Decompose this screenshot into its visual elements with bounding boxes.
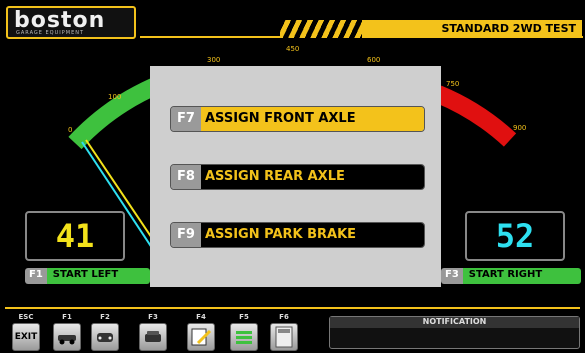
start-right-button[interactable]: F3 START RIGHT	[441, 268, 581, 284]
axle-assign-dialog: F7 ASSIGN FRONT AXLE F8 ASSIGN REAR AXLE…	[150, 66, 441, 287]
car-rear-icon	[139, 323, 167, 351]
gauge-tick-label: 0	[68, 126, 72, 134]
gauge-tick-label: 100	[108, 93, 121, 101]
f3-button[interactable]: F3	[138, 313, 168, 351]
left-brake-value-box: 41	[25, 211, 125, 261]
notification-title: NOTIFICATION	[330, 317, 579, 328]
gauge-tick-label: 600	[367, 56, 380, 64]
f2-button[interactable]: F2	[90, 313, 120, 351]
f5-button[interactable]: F5	[229, 313, 259, 351]
notification-panel: NOTIFICATION	[329, 316, 580, 349]
tb-key: F1	[62, 313, 72, 321]
start-right-label: START RIGHT	[462, 268, 581, 284]
gauge-tick-label: 750	[446, 80, 459, 88]
tb-key: F2	[100, 313, 110, 321]
fkey-label: F1	[25, 268, 47, 284]
right-brake-value: 52	[495, 217, 535, 255]
tb-key: F4	[196, 313, 206, 321]
gauge-tick-label: 450	[286, 45, 299, 53]
gauge-arc-red	[434, 85, 517, 147]
car-front-icon	[91, 323, 119, 351]
exit-icon: EXIT	[12, 323, 40, 351]
f6-button[interactable]: F6	[269, 313, 299, 351]
assign-park-brake-button[interactable]: F9 ASSIGN PARK BRAKE	[170, 222, 425, 248]
tb-key: F6	[279, 313, 289, 321]
edit-icon	[187, 323, 215, 351]
calculator-icon	[270, 323, 298, 351]
menu-label: ASSIGN PARK BRAKE	[201, 223, 424, 247]
menu-key: F9	[171, 223, 201, 247]
bars-icon	[230, 323, 258, 351]
tb-key: F5	[239, 313, 249, 321]
right-brake-value-box: 52	[465, 211, 565, 261]
car-side-icon	[53, 323, 81, 351]
tb-key: ESC	[18, 313, 34, 321]
assign-front-axle-button[interactable]: F7 ASSIGN FRONT AXLE	[170, 106, 425, 132]
tb-key: F3	[148, 313, 158, 321]
gauge-tick-label: 300	[207, 56, 220, 64]
fkey-label: F3	[441, 268, 463, 284]
exit-button[interactable]: ESC EXIT	[11, 313, 41, 351]
start-left-button[interactable]: F1 START LEFT	[25, 268, 150, 284]
start-left-label: START LEFT	[46, 268, 150, 284]
gauge-tick-label: 900	[513, 124, 526, 132]
f1-button[interactable]: F1	[52, 313, 82, 351]
toolbar-divider	[5, 307, 580, 309]
menu-label: ASSIGN REAR AXLE	[201, 165, 424, 189]
assign-rear-axle-button[interactable]: F8 ASSIGN REAR AXLE	[170, 164, 425, 190]
f4-button[interactable]: F4	[186, 313, 216, 351]
left-brake-value: 41	[55, 217, 95, 255]
menu-key: F8	[171, 165, 201, 189]
menu-key: F7	[171, 107, 201, 131]
menu-label: ASSIGN FRONT AXLE	[201, 107, 424, 131]
